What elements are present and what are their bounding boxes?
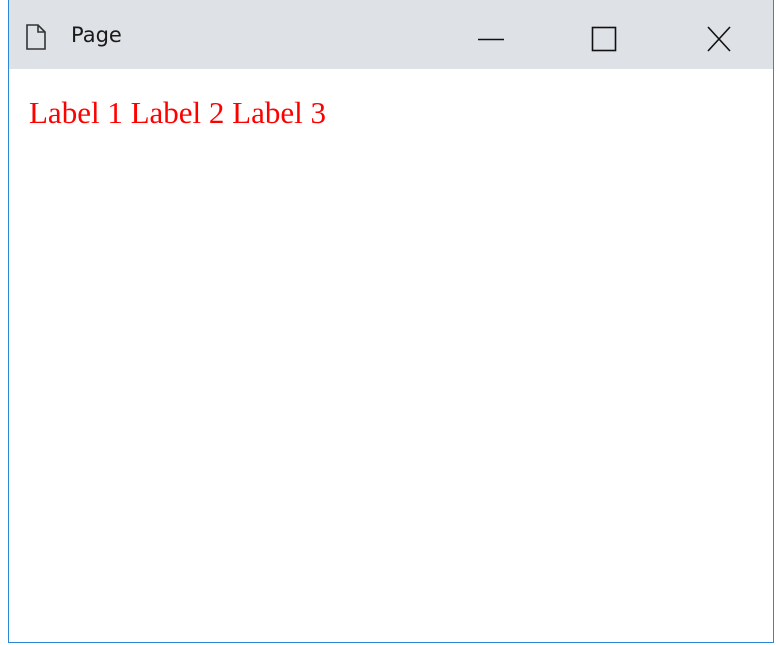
label-row: Label 1 Label 2 Label 3 (29, 95, 326, 131)
close-button[interactable] (655, 0, 763, 69)
label-3: Label 3 (232, 95, 326, 130)
title-bar[interactable]: Page (9, 0, 773, 69)
close-icon (707, 26, 731, 52)
minimize-icon (478, 38, 504, 41)
label-2: Label 2 (130, 95, 225, 130)
window-content: Label 1 Label 2 Label 3 (9, 69, 773, 642)
maximize-icon (591, 26, 617, 52)
maximize-button[interactable] (546, 0, 654, 69)
label-1: Label 1 (29, 95, 123, 130)
minimize-button[interactable] (437, 0, 545, 69)
app-window: Page Label 1 Label 2 Label 3 (8, 0, 774, 643)
window-title: Page (71, 23, 122, 47)
page-icon (25, 24, 47, 50)
